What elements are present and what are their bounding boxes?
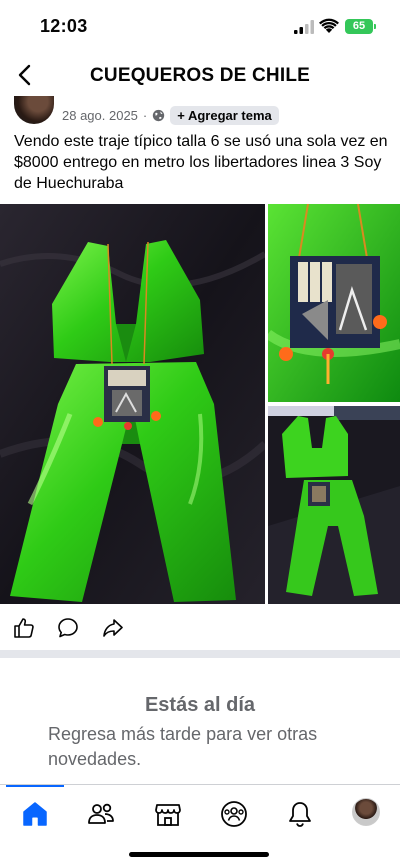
signal-icon bbox=[294, 20, 314, 34]
comment-icon[interactable] bbox=[56, 616, 80, 640]
share-icon[interactable] bbox=[101, 616, 125, 640]
status-bar: 12:03 65 bbox=[0, 0, 400, 54]
home-icon[interactable] bbox=[20, 799, 50, 829]
post-date[interactable]: 28 ago. 2025 bbox=[62, 108, 138, 123]
page-title: CUEQUEROS DE CHILE bbox=[89, 65, 310, 86]
costume-floor-illustration bbox=[268, 406, 400, 604]
like-icon[interactable] bbox=[12, 616, 36, 640]
photo-costume-floor[interactable] bbox=[268, 406, 400, 604]
post-actions bbox=[0, 612, 400, 646]
profile-avatar[interactable] bbox=[352, 798, 380, 826]
friends-icon[interactable] bbox=[86, 799, 116, 829]
notifications-icon[interactable] bbox=[285, 799, 315, 829]
meta-separator: · bbox=[142, 108, 148, 123]
home-indicator bbox=[129, 852, 269, 857]
post-text: Vendo este traje típico talla 6 se usó u… bbox=[14, 133, 388, 192]
globe-icon bbox=[153, 109, 165, 122]
marketplace-icon[interactable] bbox=[153, 799, 183, 829]
pouch-closeup-illustration bbox=[268, 204, 400, 402]
caught-up-title: Estás al día bbox=[144, 694, 256, 716]
wifi-icon bbox=[319, 18, 339, 33]
battery-icon: 65 bbox=[345, 19, 376, 34]
active-tab-indicator bbox=[6, 785, 64, 787]
feed-divider bbox=[0, 650, 400, 658]
add-topic-button[interactable]: + Agregar tema bbox=[170, 106, 279, 125]
caught-up-subtitle: Regresa más tarde para ver otras novedad… bbox=[48, 724, 318, 769]
author-avatar[interactable] bbox=[14, 96, 54, 124]
groups-icon[interactable] bbox=[219, 799, 249, 829]
photo-main[interactable] bbox=[0, 204, 265, 604]
status-time: 12:03 bbox=[40, 16, 88, 36]
costume-full-illustration bbox=[0, 204, 265, 604]
photo-detail-pouch[interactable] bbox=[268, 204, 400, 402]
post-meta: 28 ago. 2025 · + Agregar tema bbox=[62, 106, 279, 125]
nav-bar: CUEQUEROS DE CHILE bbox=[0, 54, 400, 98]
photo-grid bbox=[0, 204, 400, 604]
